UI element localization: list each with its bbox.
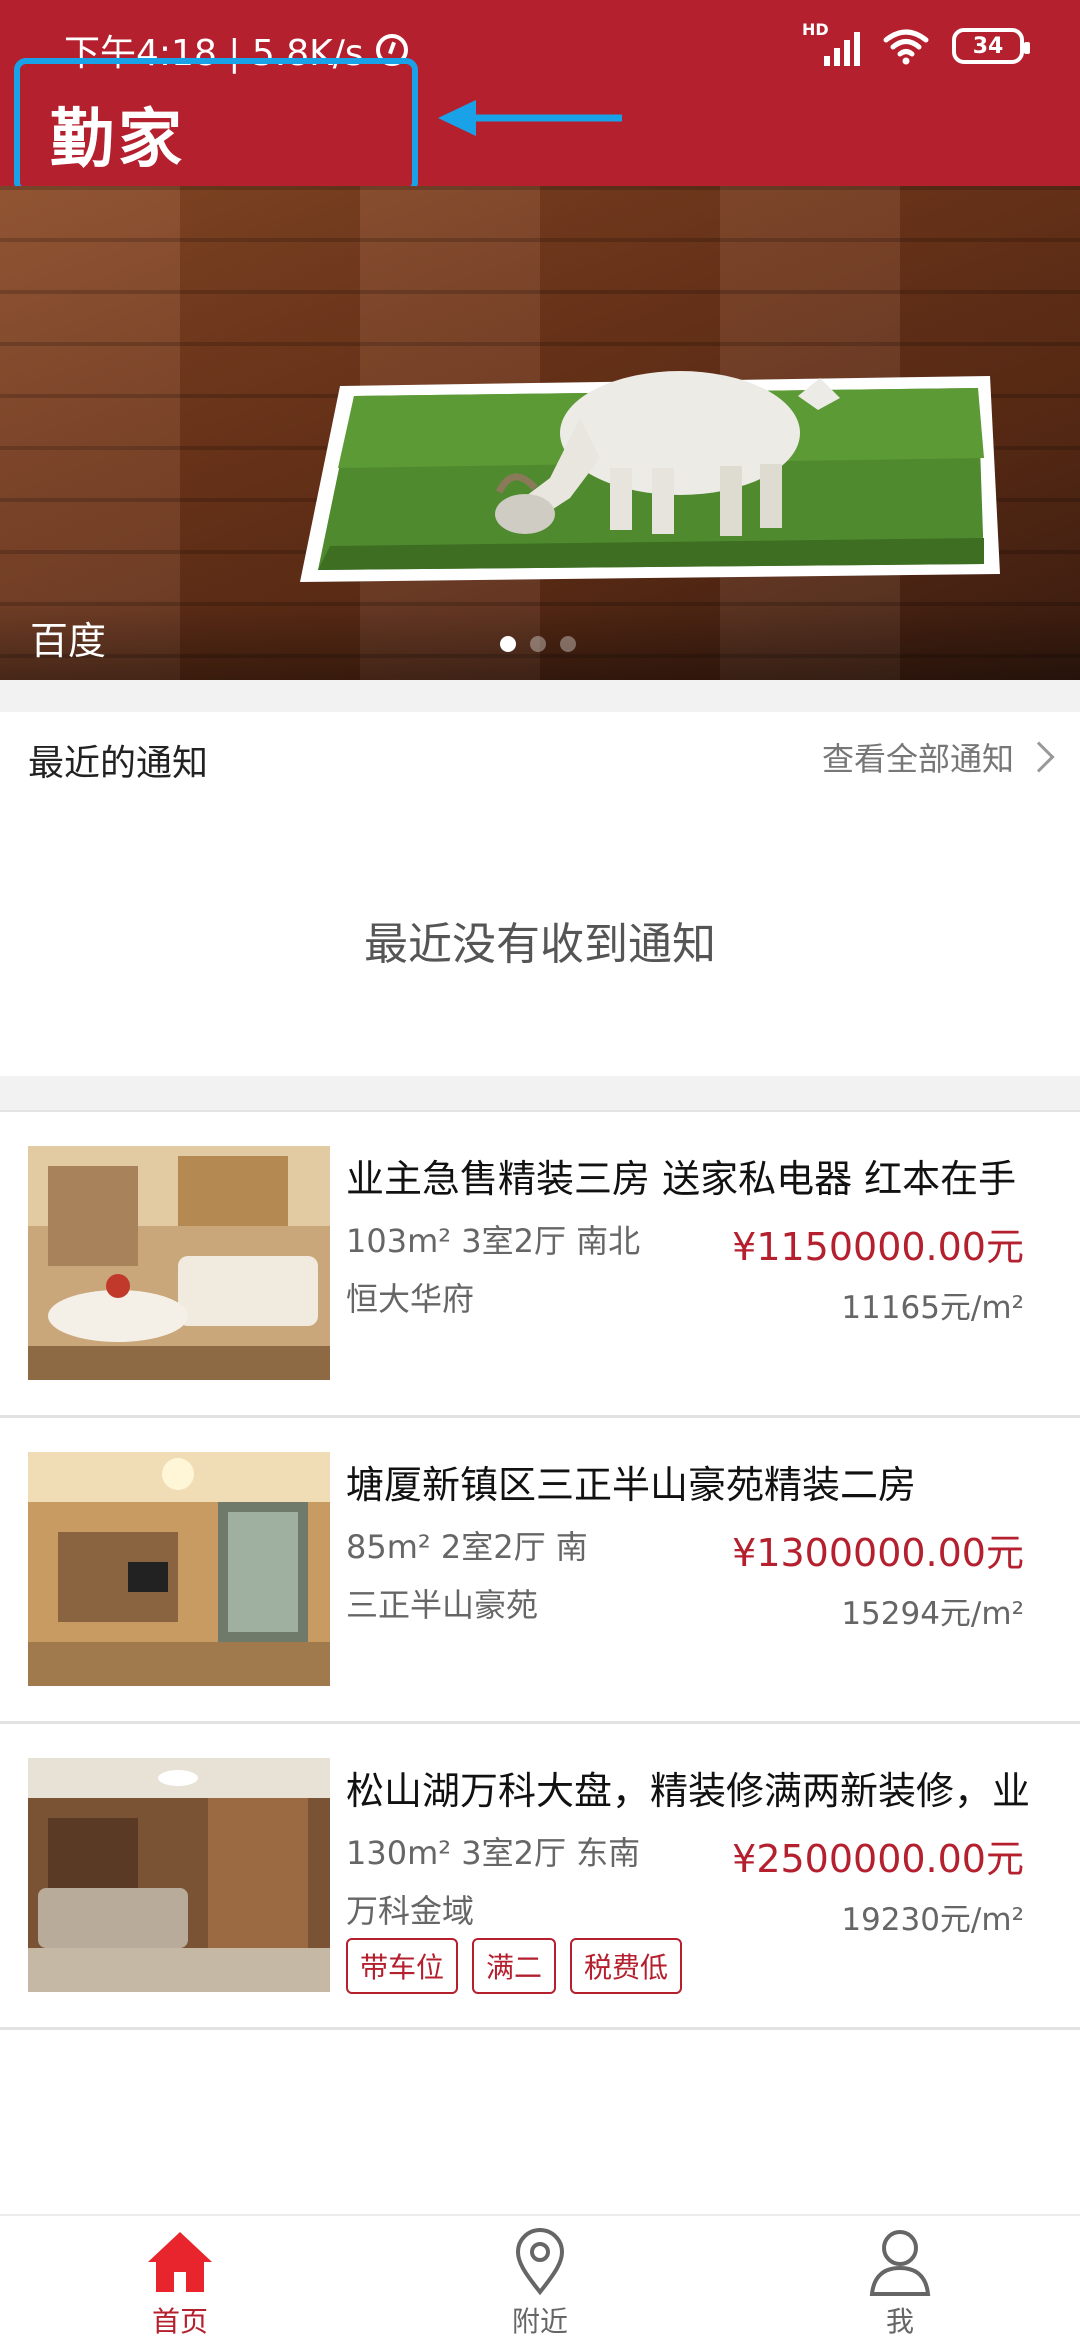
status-right: HD 34 xyxy=(802,20,1030,66)
nav-nearby-label: 附近 xyxy=(511,2305,568,2338)
listing-unit-price: 15294元/m² xyxy=(841,1596,1024,1632)
location-pin-icon xyxy=(515,2228,565,2296)
nav-home[interactable]: 首页 xyxy=(80,2216,280,2340)
listing-unit-price: 19230元/m² xyxy=(841,1902,1024,1938)
header: 下午4:18 | 5.8K/s HD 34 勤家 xyxy=(0,0,1080,194)
signal-icon: HD xyxy=(802,20,860,66)
nav-home-label: 首页 xyxy=(151,2305,208,2338)
listing-unit-price: 11165元/m² xyxy=(841,1290,1024,1326)
listing-photo xyxy=(28,1758,330,1992)
listing-price: ¥1150000.00元 xyxy=(732,1225,1024,1269)
listing-title: 松山湖万科大盘，精装修满两新装修，业 xyxy=(346,1769,1031,1813)
listing-price: ¥1300000.00元 xyxy=(732,1531,1024,1575)
nav-me[interactable]: 我 xyxy=(800,2216,1000,2340)
carousel-dot-3[interactable] xyxy=(560,636,576,652)
listing-community: 三正半山豪苑 xyxy=(346,1586,539,1624)
banner-image xyxy=(300,371,1000,582)
listing-title: 业主急售精装三房 送家私电器 红本在手 xyxy=(346,1157,1017,1201)
battery-icon: 34 xyxy=(952,28,1030,64)
section-divider xyxy=(0,1076,1080,1112)
listing-item[interactable]: 业主急售精装三房 送家私电器 红本在手 103m² 3室2厅 南北 恒大华府 ¥… xyxy=(0,1112,1080,1418)
listing-community: 万科金域 xyxy=(346,1892,475,1930)
listing-meta: 130m² 3室2厅 东南 xyxy=(346,1834,641,1872)
listing-title: 塘厦新镇区三正半山豪苑精装二房 xyxy=(346,1463,917,1507)
listing-tags: 带车位 满二 税费低 xyxy=(346,1938,683,1994)
nav-nearby[interactable]: 附近 xyxy=(440,2216,640,2340)
listing-item[interactable]: 松山湖万科大盘，精装修满两新装修，业 130m² 3室2厅 东南 万科金域 ¥2… xyxy=(0,1724,1080,2030)
signal-bars xyxy=(824,32,860,66)
listing-item[interactable]: 塘厦新镇区三正半山豪苑精装二房 85m² 2室2厅 南 三正半山豪苑 ¥1300… xyxy=(0,1418,1080,1724)
wifi-icon xyxy=(883,29,929,65)
app-title: 勤家 xyxy=(50,103,186,177)
view-all-label: 查看全部通知 xyxy=(821,740,1014,778)
annotation-arrow xyxy=(438,100,622,136)
listing-photo xyxy=(28,1452,330,1686)
chevron-right-icon xyxy=(1023,741,1055,773)
notifications-empty-text: 最近没有收到通知 xyxy=(364,919,716,970)
nav-me-label: 我 xyxy=(885,2305,914,2338)
banner-carousel[interactable]: 百度 xyxy=(0,186,1080,680)
listing-community: 恒大华府 xyxy=(346,1280,475,1318)
carousel-dot-2[interactable] xyxy=(530,636,546,652)
home-icon xyxy=(148,2232,212,2292)
listing-photo xyxy=(28,1146,330,1380)
listing-price: ¥2500000.00元 xyxy=(732,1837,1024,1881)
carousel-indicator xyxy=(500,636,576,652)
user-icon xyxy=(869,2230,931,2296)
listing-meta: 85m² 2室2厅 南 xyxy=(346,1528,588,1566)
app-root: 下午4:18 | 5.8K/s HD 34 勤家 百度 最近的通知 查看全部通知… xyxy=(0,0,1080,2340)
battery-level: 34 xyxy=(972,33,1004,59)
notifications-section: 最近的通知 查看全部通知 最近没有收到通知 xyxy=(0,712,1080,1076)
carousel-dot-1[interactable] xyxy=(500,636,516,652)
notifications-title: 最近的通知 xyxy=(28,743,209,784)
listing-tag: 带车位 xyxy=(346,1938,459,1994)
section-divider xyxy=(0,680,1080,712)
bottom-nav: 首页 附近 我 xyxy=(0,2214,1080,2340)
banner-caption: 百度 xyxy=(30,619,107,663)
listing-meta: 103m² 3室2厅 南北 xyxy=(346,1222,641,1260)
listing-tag: 满二 xyxy=(472,1938,557,1994)
view-all-notifications-link[interactable]: 查看全部通知 xyxy=(821,734,1055,780)
listing-tag: 税费低 xyxy=(570,1938,683,1994)
